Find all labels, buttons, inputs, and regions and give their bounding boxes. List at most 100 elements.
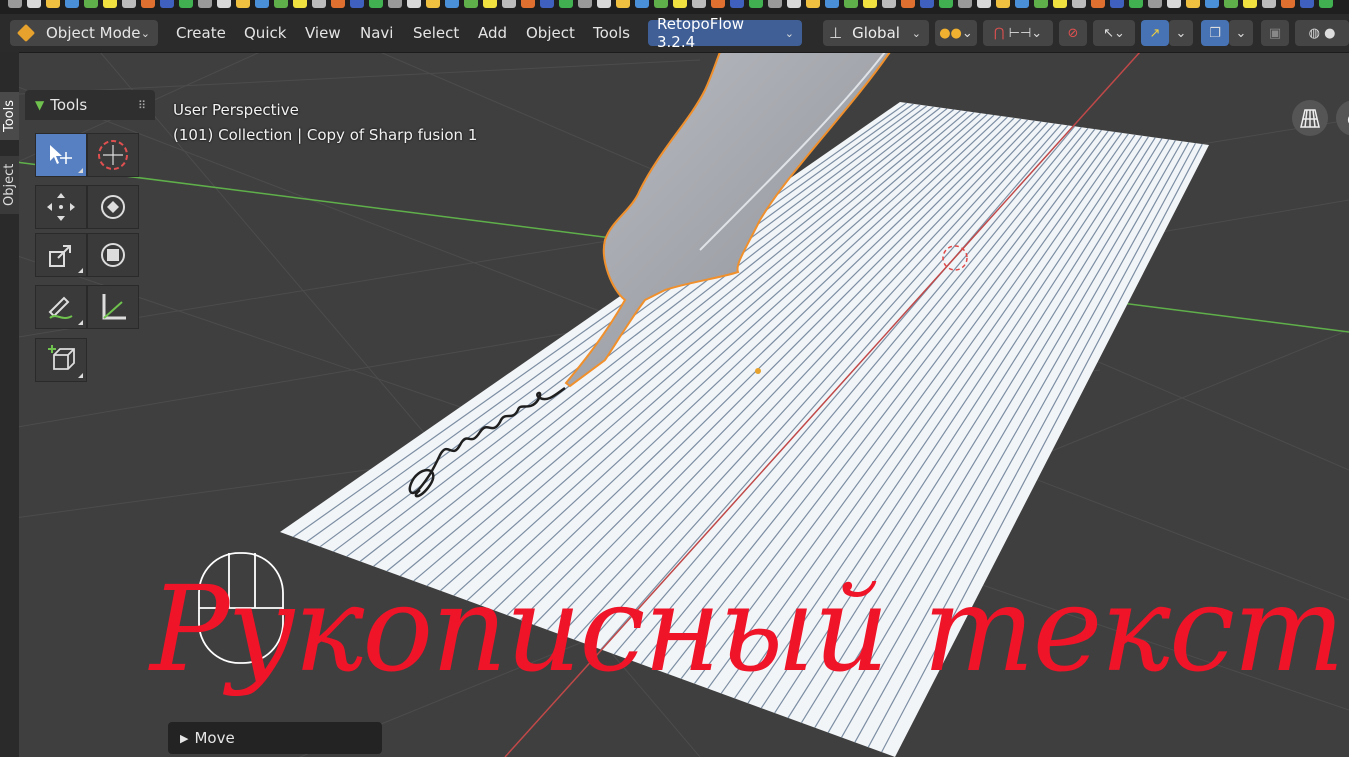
tool-move[interactable]	[35, 185, 87, 229]
tool-measure[interactable]	[87, 285, 139, 329]
toolbar-icon[interactable]	[255, 0, 269, 8]
toolbar-icon[interactable]	[1129, 0, 1143, 8]
toolbar-icon[interactable]	[27, 0, 41, 8]
tab-tools[interactable]: Tools	[0, 92, 19, 140]
toolbar-icon[interactable]	[1091, 0, 1105, 8]
tool-add-cube[interactable]	[35, 338, 87, 382]
toolbar-icon[interactable]	[350, 0, 364, 8]
toolbar-icon[interactable]	[654, 0, 668, 8]
toolbar-icon[interactable]	[84, 0, 98, 8]
toolbar-icon[interactable]	[331, 0, 345, 8]
perspective-toggle-button[interactable]	[1292, 100, 1328, 136]
top-icon-strip[interactable]	[0, 0, 1349, 14]
gizmo-options-button[interactable]: ⌄	[1169, 20, 1193, 46]
drag-grip-icon[interactable]: ⠿	[138, 99, 147, 112]
toolbar-icon[interactable]	[1243, 0, 1257, 8]
transform-orientation-dropdown[interactable]: ⊥ Global ⌄	[823, 20, 929, 46]
menu-quick[interactable]: Quick	[244, 24, 286, 42]
menu-create[interactable]: Create	[176, 24, 226, 42]
toolbar-icon[interactable]	[521, 0, 535, 8]
tool-select-box[interactable]	[35, 133, 87, 177]
toolbar-icon[interactable]	[996, 0, 1010, 8]
toolbar-icon[interactable]	[977, 0, 991, 8]
toolbar-icon[interactable]	[1224, 0, 1238, 8]
tab-object[interactable]: Object	[0, 156, 19, 214]
toolbar-icon[interactable]	[1281, 0, 1295, 8]
toolbar-icon[interactable]	[806, 0, 820, 8]
toolbar-icon[interactable]	[8, 0, 22, 8]
toolbar-icon[interactable]	[939, 0, 953, 8]
toolbar-icon[interactable]	[958, 0, 972, 8]
toolbar-icon[interactable]	[65, 0, 79, 8]
toolbar-icon[interactable]	[407, 0, 421, 8]
toolbar-icon[interactable]	[426, 0, 440, 8]
xray-toggle-button[interactable]: ▣	[1261, 20, 1289, 46]
gizmo-toggle-button[interactable]: ↗	[1141, 20, 1169, 46]
toolbar-icon[interactable]	[46, 0, 60, 8]
overlay-options-button[interactable]: ⌄	[1229, 20, 1253, 46]
toolbar-icon[interactable]	[1034, 0, 1048, 8]
toolbar-icon[interactable]	[1205, 0, 1219, 8]
tool-rotate[interactable]	[87, 185, 139, 229]
menu-navi[interactable]: Navi	[360, 24, 393, 42]
toolbar-icon[interactable]	[920, 0, 934, 8]
toolbar-icon[interactable]	[1262, 0, 1276, 8]
toolbar-icon[interactable]	[711, 0, 725, 8]
proportional-falloff-button[interactable]: ↖ ⌄	[1093, 20, 1135, 46]
toolbar-icon[interactable]	[1300, 0, 1314, 8]
toolbar-icon[interactable]	[578, 0, 592, 8]
toolbar-icon[interactable]	[1186, 0, 1200, 8]
menu-tools[interactable]: Tools	[593, 24, 630, 42]
toolbar-icon[interactable]	[692, 0, 706, 8]
menu-add[interactable]: Add	[478, 24, 507, 42]
shading-mode-buttons[interactable]: ◍ ●	[1295, 20, 1349, 46]
toolbar-icon[interactable]	[502, 0, 516, 8]
toolbar-icon[interactable]	[388, 0, 402, 8]
toolbar-icon[interactable]	[103, 0, 117, 8]
tool-annotate[interactable]	[35, 285, 87, 329]
toolbar-icon[interactable]	[863, 0, 877, 8]
toolbar-icon[interactable]	[483, 0, 497, 8]
overlay-toggle-button[interactable]: ❐	[1201, 20, 1229, 46]
toolbar-icon[interactable]	[122, 0, 136, 8]
mode-dropdown[interactable]: Object Mode ⌄	[10, 20, 158, 46]
toolbar-icon[interactable]	[825, 0, 839, 8]
toolbar-icon[interactable]	[1148, 0, 1162, 8]
proportional-edit-button[interactable]: ⊘	[1059, 20, 1087, 46]
toolbar-icon[interactable]	[616, 0, 630, 8]
toolbar-icon[interactable]	[540, 0, 554, 8]
toolbar-icon[interactable]	[559, 0, 573, 8]
menu-object[interactable]: Object	[526, 24, 575, 42]
toolbar-icon[interactable]	[1015, 0, 1029, 8]
toolbar-icon[interactable]	[141, 0, 155, 8]
toolbar-icon[interactable]	[597, 0, 611, 8]
toolbar-icon[interactable]	[464, 0, 478, 8]
toolbar-icon[interactable]	[844, 0, 858, 8]
menu-view[interactable]: View	[305, 24, 341, 42]
toolbar-icon[interactable]	[179, 0, 193, 8]
retopoflow-dropdown[interactable]: RetopoFlow 3.2.4 ⌄	[648, 15, 802, 51]
toolbar-icon[interactable]	[749, 0, 763, 8]
tool-cursor[interactable]	[87, 133, 139, 177]
pivot-point-button[interactable]: ●● ⌄	[935, 20, 977, 46]
toolbar-icon[interactable]	[445, 0, 459, 8]
toolbar-icon[interactable]	[293, 0, 307, 8]
last-operator-panel[interactable]: ▶ Move	[168, 722, 382, 754]
toolbar-icon[interactable]	[1072, 0, 1086, 8]
toolbar-icon[interactable]	[369, 0, 383, 8]
toolbar-icon[interactable]	[730, 0, 744, 8]
snap-button[interactable]: ⋂ ⊢⊣ ⌄	[983, 20, 1053, 46]
toolbar-icon[interactable]	[901, 0, 915, 8]
toolbar-icon[interactable]	[787, 0, 801, 8]
toolbar-icon[interactable]	[1319, 0, 1333, 8]
toolbar-icon[interactable]	[635, 0, 649, 8]
toolbar-icon[interactable]	[1053, 0, 1067, 8]
toolbar-icon[interactable]	[236, 0, 250, 8]
toolbar-icon[interactable]	[160, 0, 174, 8]
menu-select[interactable]: Select	[413, 24, 459, 42]
toolbar-icon[interactable]	[198, 0, 212, 8]
toolbar-icon[interactable]	[768, 0, 782, 8]
toolbar-icon[interactable]	[1110, 0, 1124, 8]
tool-scale[interactable]	[35, 233, 87, 277]
toolbar-icon[interactable]	[882, 0, 896, 8]
